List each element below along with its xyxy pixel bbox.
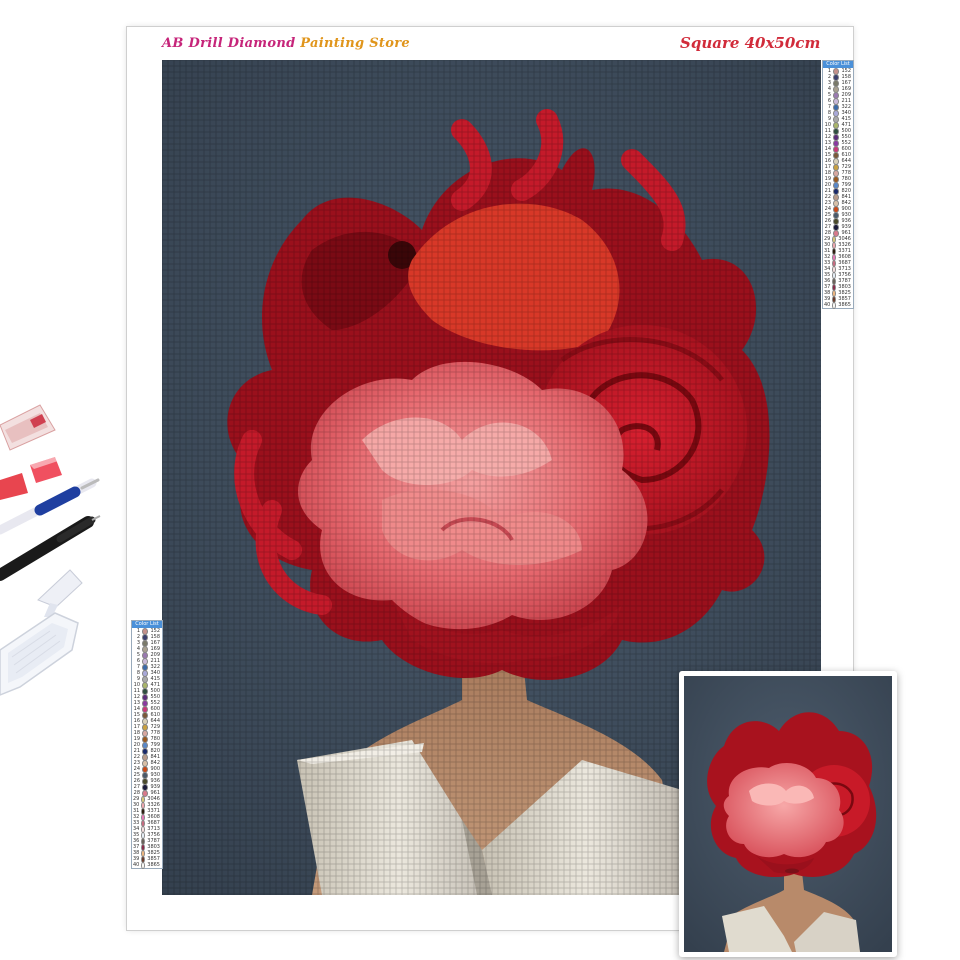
store-name-part2: Painting Store	[300, 36, 410, 51]
legend-entry-code: 3865	[147, 862, 160, 868]
legend-swatch	[141, 861, 146, 869]
product-image: AB Drill Diamond Painting Store Square 4…	[0, 0, 960, 960]
thumbnail-image	[684, 676, 892, 952]
legend-entry: 40 3865	[823, 301, 853, 309]
legend-title: Color List	[823, 61, 853, 68]
glue-clay-icon	[0, 404, 56, 451]
size-label: Square 40x50cm	[680, 34, 821, 52]
legend-entry-number: 40	[133, 862, 140, 868]
color-list-legend-left: Color List 1 152 2 158 3 167 4 169 5 209 6 211 7 322 8…	[131, 620, 163, 869]
legend-title: Color List	[132, 621, 162, 628]
diamond-tools-illustration	[0, 404, 101, 696]
legend-entry: 40 3865	[132, 861, 162, 869]
tray-icon	[0, 612, 79, 696]
store-name-part1: AB Drill Diamond	[162, 36, 296, 51]
reference-thumbnail	[679, 671, 897, 957]
store-name: AB Drill Diamond Painting Store	[162, 36, 410, 51]
funnel-icon	[37, 569, 83, 617]
legend-entry-number: 40	[824, 302, 831, 308]
legend-entry-code: 3865	[838, 302, 851, 308]
legend-swatch	[832, 301, 837, 309]
color-list-legend-right: Color List 1 152 2 158 3 167 4 169 5 209 6 211 7 322 8…	[822, 60, 854, 309]
pink-wax-pads-icon	[0, 457, 62, 500]
